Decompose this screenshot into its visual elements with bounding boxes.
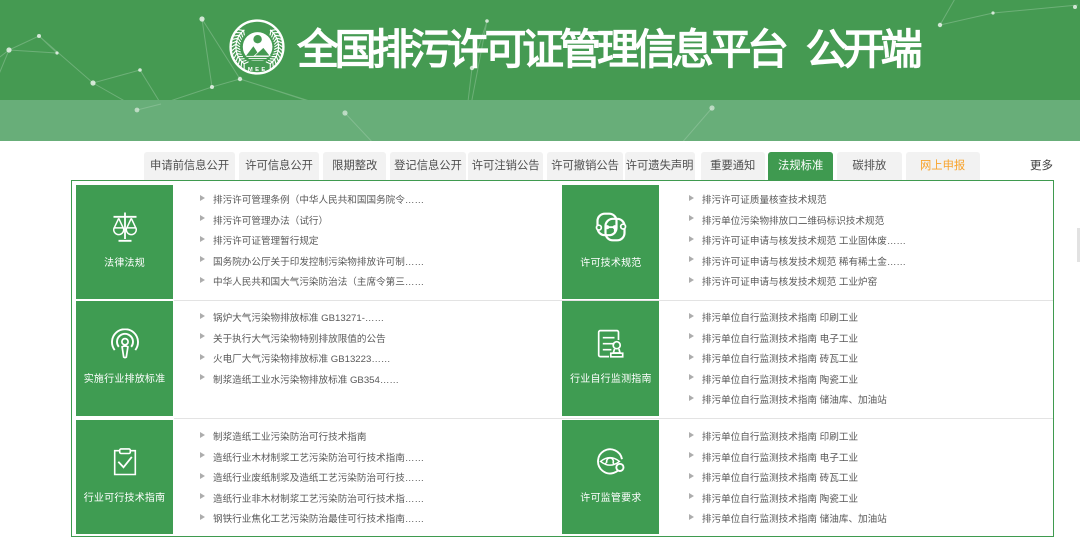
- svg-text:MEE: MEE: [248, 67, 268, 73]
